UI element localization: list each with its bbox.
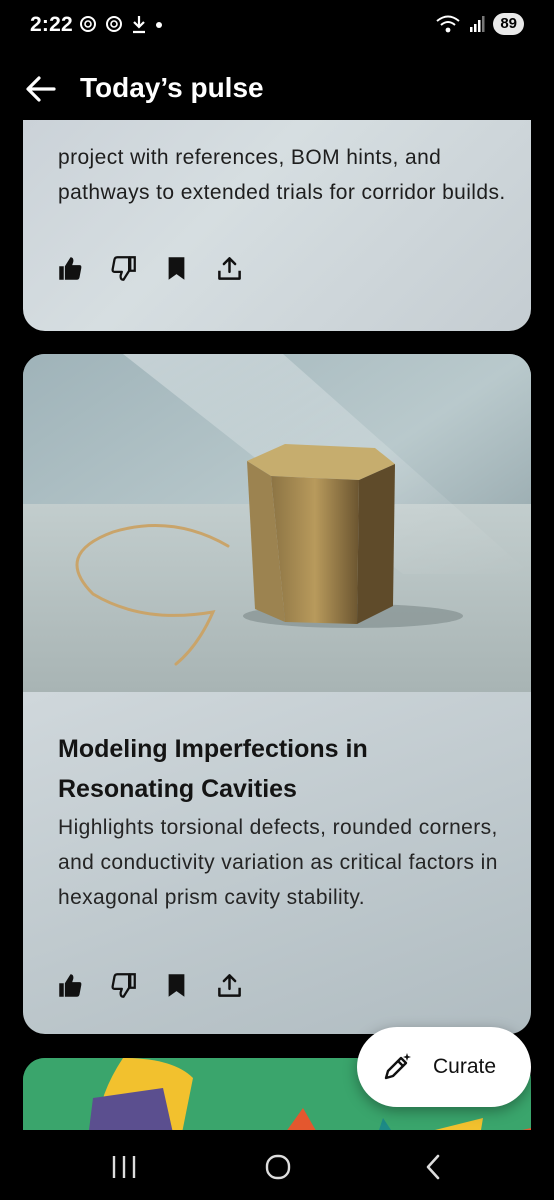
home-icon[interactable] [258, 1150, 298, 1184]
dot-icon [156, 22, 162, 28]
system-nav-bar [0, 1130, 554, 1200]
app-bar: Today’s pulse [0, 58, 554, 120]
system-icons: 89 [435, 13, 524, 35]
thumb-down-icon[interactable] [110, 972, 137, 999]
status-time: 2:22 [30, 13, 73, 36]
card-summary: Highlights torsional defects, rounded co… [58, 816, 498, 909]
wifi-icon [436, 15, 460, 33]
card-headline[interactable]: Modeling Imperfections in Resonating Cav… [58, 729, 498, 809]
bookmark-icon[interactable] [163, 255, 190, 282]
recents-icon[interactable] [104, 1150, 144, 1184]
card-summary: project with references, BOM hints, and … [58, 146, 506, 204]
pulse-card[interactable]: project with references, BOM hints, and … [23, 120, 531, 331]
arrow-left-icon[interactable] [24, 72, 58, 106]
curate-button[interactable]: Curate [357, 1027, 531, 1107]
back-icon[interactable] [414, 1150, 454, 1184]
article-image [23, 354, 531, 692]
page-title: Today’s pulse [80, 72, 264, 103]
signal-icon [470, 16, 485, 32]
battery-indicator: 89 [493, 13, 524, 35]
curate-label: Curate [433, 1055, 497, 1078]
thumb-up-icon[interactable] [57, 972, 84, 999]
share-icon[interactable] [216, 255, 243, 282]
thumb-up-icon[interactable] [57, 255, 84, 282]
thumb-down-icon[interactable] [110, 255, 137, 282]
card-actions [57, 255, 243, 282]
pen-sparkle-icon [384, 1053, 411, 1080]
chatgpt-notification-icon [80, 16, 96, 32]
status-bar: 2:22 89 [0, 0, 554, 52]
card-actions [57, 972, 243, 999]
pulse-card[interactable]: Modeling Imperfections in Resonating Cav… [23, 354, 531, 1034]
chatgpt-notification-icon [106, 16, 122, 32]
bookmark-icon[interactable] [163, 972, 190, 999]
share-icon[interactable] [216, 972, 243, 999]
download-icon [133, 16, 145, 34]
pulse-feed[interactable]: project with references, BOM hints, and … [0, 120, 554, 1130]
notification-icons [78, 14, 164, 34]
